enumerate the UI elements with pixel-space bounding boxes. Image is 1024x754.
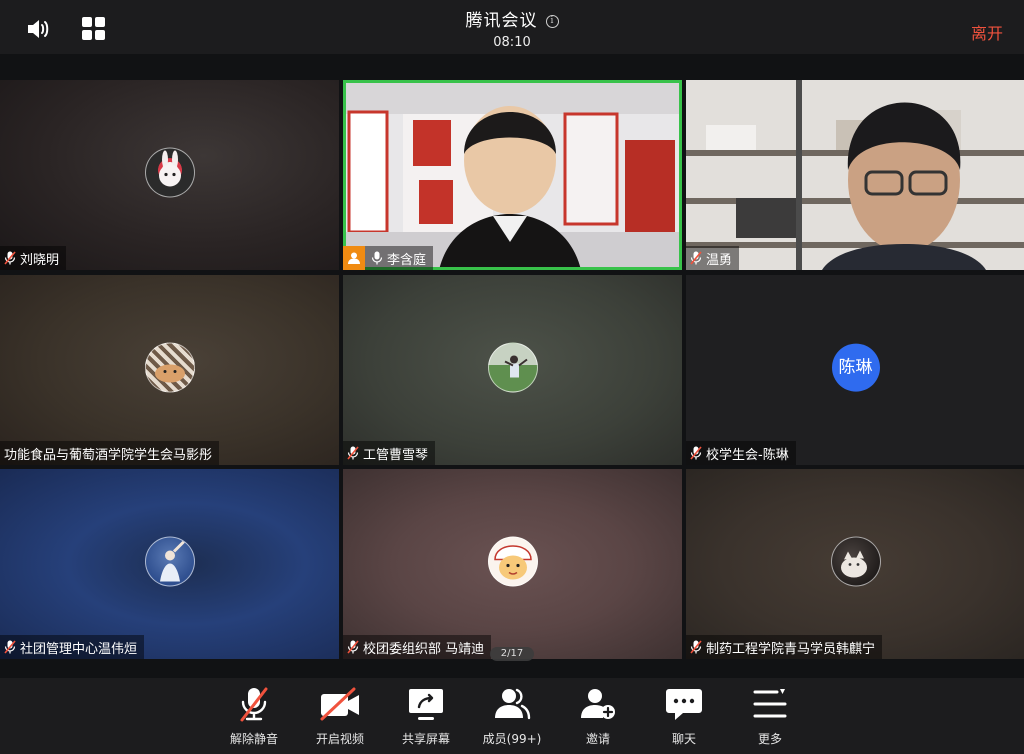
meeting-duration: 08:10	[493, 35, 531, 50]
camera-off-icon	[320, 687, 359, 721]
video-tile[interactable]: 工管曹雪琴	[343, 275, 682, 465]
bottom-toolbar: 解除静音 开启视频 共享屏幕 成员(99+) 邀请 聊天 更多	[0, 678, 1024, 754]
camera-feed	[686, 80, 1024, 270]
meeting-title-block: 腾讯会议 i 08:10	[0, 6, 1024, 50]
photo-avatar-icon	[144, 536, 195, 587]
leave-button[interactable]: 离开	[971, 20, 1003, 44]
top-bar: 腾讯会议 i 08:10 离开	[0, 0, 1024, 54]
chat-label: 聊天	[671, 732, 696, 746]
video-tile[interactable]: 温勇	[686, 80, 1024, 270]
chat-button[interactable]: 聊天	[649, 686, 719, 747]
unmute-button[interactable]: 解除静音	[219, 686, 289, 747]
video-tile[interactable]: 校团委组织部 马靖迪	[343, 469, 682, 659]
participant-name-tag: 校团委组织部 马靖迪	[343, 635, 492, 659]
mic-muted-icon	[690, 640, 702, 654]
members-button[interactable]: 成员(99+)	[477, 686, 547, 747]
video-tile[interactable]: 陈琳 校学生会-陈琳	[686, 275, 1024, 465]
mic-muted-icon	[347, 640, 359, 654]
mic-muted-icon	[690, 446, 702, 460]
start-video-label: 开启视频	[315, 732, 364, 746]
more-label: 更多	[757, 732, 782, 746]
mic-icon	[371, 251, 383, 265]
participant-name-tag: 工管曹雪琴	[343, 441, 436, 465]
share-screen-label: 共享屏幕	[401, 732, 450, 746]
participant-name: 工管曹雪琴	[363, 447, 429, 463]
mic-muted-icon	[240, 687, 268, 722]
cartoon-avatar-icon	[487, 536, 538, 587]
cat-avatar-icon	[830, 536, 881, 587]
bunny-avatar-icon	[144, 147, 195, 198]
invite-label: 邀请	[585, 732, 610, 746]
start-video-button[interactable]: 开启视频	[305, 686, 375, 747]
video-tile[interactable]: 制药工程学院青马学员韩麒宁	[686, 469, 1024, 659]
participant-name-tag: 功能食品与葡萄酒学院学生会马影彤	[0, 441, 220, 465]
more-button[interactable]: 更多	[735, 686, 805, 747]
participant-name-tag: 社团管理中心温伟烜	[0, 635, 145, 659]
video-tile[interactable]: 功能食品与葡萄酒学院学生会马影彤	[0, 275, 339, 465]
share-screen-icon	[409, 689, 443, 720]
participant-name-tag: 校学生会-陈琳	[686, 441, 796, 465]
avatar: 陈琳	[831, 343, 880, 392]
camera-feed	[343, 80, 682, 270]
participant-name: 社团管理中心温伟烜	[20, 641, 138, 657]
dog-avatar-icon	[144, 342, 195, 393]
participant-name: 功能食品与葡萄酒学院学生会马影彤	[4, 447, 213, 463]
participant-name-tag: 制药工程学院青马学员韩麒宁	[686, 635, 883, 659]
mic-muted-icon	[4, 640, 16, 654]
participant-name: 校团委组织部 马靖迪	[363, 641, 485, 657]
mic-muted-icon	[690, 251, 702, 265]
participant-name: 制药工程学院青马学员韩麒宁	[706, 641, 876, 657]
unmute-label: 解除静音	[229, 732, 278, 746]
participant-name-tag: 温勇	[686, 246, 740, 270]
members-icon	[495, 688, 531, 720]
meeting-title: 腾讯会议	[465, 11, 538, 31]
participant-name: 校学生会-陈琳	[706, 447, 789, 463]
mic-muted-icon	[4, 251, 16, 265]
page-indicator[interactable]: 2/17	[490, 647, 534, 661]
share-screen-button[interactable]: 共享屏幕	[391, 686, 461, 747]
members-label: 成员(99+)	[482, 732, 542, 746]
photo-avatar-icon	[487, 342, 538, 393]
participant-name: 刘晓明	[20, 252, 60, 268]
host-icon	[343, 246, 365, 270]
more-menu-icon	[753, 689, 787, 718]
video-tile-active-speaker[interactable]: 李含庭	[343, 80, 682, 270]
mic-muted-icon	[347, 446, 359, 460]
info-icon[interactable]: i	[545, 15, 559, 28]
chat-icon	[666, 689, 702, 720]
participant-name-tag: 刘晓明	[0, 246, 67, 270]
meeting-screen: 腾讯会议 i 08:10 离开 刘晓明 李含庭 温勇 功能食品与葡萄酒学院学生会…	[0, 0, 1024, 754]
invite-button[interactable]: 邀请	[563, 686, 633, 747]
participant-name-tag: 李含庭	[343, 246, 434, 270]
video-tile[interactable]: 社团管理中心温伟烜	[0, 469, 339, 659]
add-person-icon	[581, 689, 615, 719]
video-tile[interactable]: 刘晓明	[0, 80, 339, 270]
participant-name: 李含庭	[387, 252, 427, 268]
participant-name: 温勇	[706, 252, 733, 268]
